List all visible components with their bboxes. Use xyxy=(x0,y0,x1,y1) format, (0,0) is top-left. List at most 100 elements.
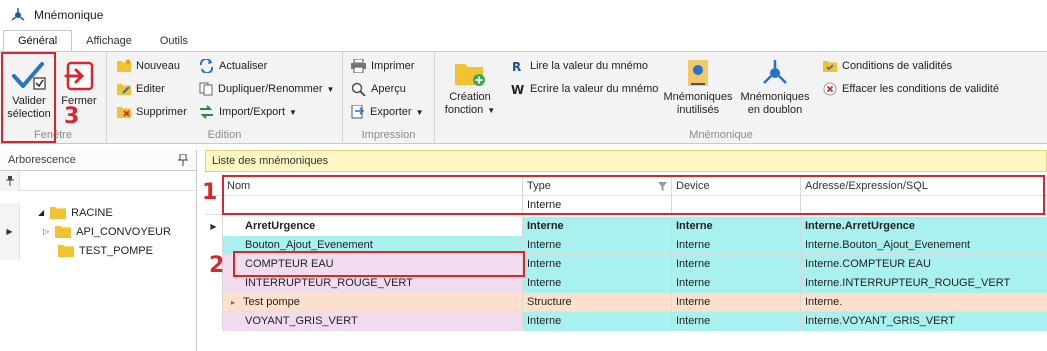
group-label-mnemonique: Mnémonique xyxy=(689,129,753,141)
doublon-label-line1: Mnémoniques xyxy=(740,91,810,103)
cell-device[interactable]: Interne xyxy=(672,216,801,236)
tree-item-api-convoyeur[interactable]: ▶ ▷ API_CONVOYEUR xyxy=(0,222,196,241)
cell-type[interactable]: Interne xyxy=(523,311,672,331)
cell-adresse[interactable]: Interne.Bouton_Ajout_Evenement xyxy=(801,236,1047,255)
chevron-down-icon: ▼ xyxy=(326,84,335,94)
annotation-number-1: 1 xyxy=(202,180,218,205)
tab-general[interactable]: Général xyxy=(3,30,73,51)
tab-outils[interactable]: Outils xyxy=(146,30,202,51)
annotation-box-2 xyxy=(233,251,525,277)
new-folder-icon xyxy=(117,59,131,72)
imprimer-label: Imprimer xyxy=(371,60,415,72)
pin-icon[interactable] xyxy=(178,154,188,166)
import-export-icon xyxy=(200,105,213,119)
effacer-conditions-label: Effacer les conditions de validité xyxy=(842,83,999,95)
lire-valeur-button[interactable]: R Lire la valeur du mnémo xyxy=(511,59,648,73)
clear-conditions-icon xyxy=(823,82,837,96)
exporter-button[interactable]: Exporter ▼ xyxy=(351,105,424,119)
chevron-down-icon: ▼ xyxy=(487,106,496,115)
svg-text:R: R xyxy=(512,60,521,73)
ribbon: Valider sélection Fermer Fenêtre Nouveau… xyxy=(0,51,1047,144)
mnemoniques-doublon-button[interactable]: Mnémoniques en doublon xyxy=(738,58,812,117)
cell-type[interactable]: Interne xyxy=(523,273,672,293)
cell-type[interactable]: Interne xyxy=(523,216,672,236)
doublon-label-line2: en doublon xyxy=(747,104,803,116)
cell-nom[interactable]: ArretUrgence xyxy=(223,216,523,236)
duplicate-icon xyxy=(199,82,213,96)
import-export-label: Import/Export xyxy=(219,106,286,118)
group-label-impression: Impression xyxy=(361,129,416,141)
group-edition: Nouveau Editer Supprimer Actualiser Dupl… xyxy=(107,52,343,144)
nouveau-button[interactable]: Nouveau xyxy=(117,59,180,72)
import-export-button[interactable]: Import/Export ▼ xyxy=(199,105,297,119)
cell-device[interactable]: Interne xyxy=(672,254,801,274)
dupliquer-label: Dupliquer/Renommer xyxy=(218,83,323,95)
annotation-box-1 xyxy=(222,175,1045,215)
title-bar: Mnémonique xyxy=(0,0,1047,30)
annotation-number-3: 3 xyxy=(64,104,80,129)
delete-folder-icon xyxy=(117,107,131,118)
cell-device[interactable]: Interne xyxy=(672,292,801,312)
tree-panel-title: Arborescence xyxy=(8,154,76,166)
editer-label: Editer xyxy=(136,82,165,95)
folder-icon xyxy=(55,226,72,238)
tree-panel-header: Arborescence xyxy=(0,150,196,171)
tree-item-racine[interactable]: ◢ RACINE xyxy=(0,203,196,222)
conditions-label: Conditions de validités xyxy=(842,59,953,72)
effacer-conditions-button[interactable]: Effacer les conditions de validité xyxy=(823,82,999,96)
ecrire-valeur-label: Ecrire la valeur du mnémo xyxy=(530,83,659,95)
cell-adresse[interactable]: Interne.ArretUrgence xyxy=(801,216,1047,236)
creation-fonction-button[interactable]: Création fonction ▼ xyxy=(443,58,497,117)
tree-item-label: RACINE xyxy=(71,206,113,219)
collapse-arrow-icon[interactable]: ◢ xyxy=(38,208,44,217)
ecrire-valeur-button[interactable]: W Ecrire la valeur du mnémo xyxy=(511,82,658,96)
cell-adresse[interactable]: Interne.COMPTEUR EAU xyxy=(801,254,1047,274)
tree-filter-row[interactable] xyxy=(0,170,196,191)
dupliquer-renommer-button[interactable]: Dupliquer/Renommer ▼ xyxy=(199,82,334,96)
cell-type[interactable]: Interne xyxy=(523,254,672,274)
read-value-icon: R xyxy=(512,60,521,73)
table-row[interactable]: VOYANT_GRIS_VERT Interne Interne Interne… xyxy=(205,311,1047,331)
cell-nom[interactable]: VOYANT_GRIS_VERT xyxy=(223,311,523,331)
tree-item-test-pompe[interactable]: TEST_POMPE xyxy=(0,241,196,260)
printer-icon xyxy=(351,59,366,73)
cell-adresse[interactable]: Interne.INTERRUPTEUR_ROUGE_VERT xyxy=(801,273,1047,293)
grid-title: Liste des mnémoniques xyxy=(205,150,1047,172)
cell-adresse[interactable]: Interne.VOYANT_GRIS_VERT xyxy=(801,311,1047,331)
preview-magnifier-icon xyxy=(351,82,366,96)
edit-folder-icon xyxy=(117,84,131,95)
cell-type[interactable]: Structure xyxy=(523,292,672,312)
fermer-button[interactable]: Fermer xyxy=(58,60,100,108)
editer-button[interactable]: Editer xyxy=(117,82,165,95)
mnemoniques-inutilises-button[interactable]: Mnémoniques inutilisés xyxy=(661,58,735,117)
cell-device[interactable]: Interne xyxy=(672,235,801,255)
cell-adresse[interactable]: Interne. xyxy=(801,293,1047,312)
cell-device[interactable]: Interne xyxy=(672,311,801,331)
chevron-down-icon: ▼ xyxy=(289,107,297,117)
folder-icon xyxy=(58,245,74,257)
cell-device[interactable]: Interne xyxy=(672,273,801,293)
tree-item-label: TEST_POMPE xyxy=(79,244,153,257)
write-value-icon: W xyxy=(511,83,524,96)
refresh-icon xyxy=(199,59,214,73)
supprimer-button[interactable]: Supprimer xyxy=(117,105,187,118)
tab-affichage[interactable]: Affichage xyxy=(72,30,146,51)
cell-nom[interactable]: ▸ Test pompe xyxy=(223,292,523,312)
table-row[interactable]: ▶ ArretUrgence Interne Interne Interne.A… xyxy=(205,216,1047,236)
imprimer-button[interactable]: Imprimer xyxy=(351,59,414,73)
unused-mnemonic-icon xyxy=(688,60,708,86)
table-row[interactable]: ▸ Test pompe Structure Interne Interne. xyxy=(205,292,1047,312)
expand-arrow-icon[interactable]: ▷ xyxy=(43,227,49,236)
actualiser-button[interactable]: Actualiser xyxy=(199,59,267,73)
close-window-icon xyxy=(64,61,94,91)
cell-type[interactable]: Interne xyxy=(523,235,672,255)
row-pointer-icon: ▶ xyxy=(0,222,20,241)
exporter-label: Exporter xyxy=(370,106,412,118)
inutilises-label-line1: Mnémoniques xyxy=(663,91,733,103)
chevron-down-icon: ▼ xyxy=(415,107,424,117)
apercu-button[interactable]: Aperçu xyxy=(351,82,406,96)
expand-arrow-icon[interactable]: ▸ xyxy=(231,298,235,307)
conditions-folder-icon xyxy=(823,61,837,72)
conditions-validite-button[interactable]: Conditions de validités xyxy=(823,59,952,72)
creation-label-line2: fonction ▼ xyxy=(444,104,496,116)
